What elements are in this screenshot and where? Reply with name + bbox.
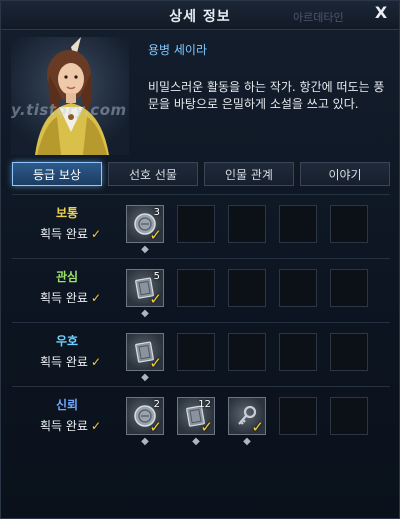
character-name: 용병 세이라 bbox=[148, 43, 208, 57]
claimed-check-icon: ✓ bbox=[200, 418, 213, 436]
empty-reward-slot bbox=[330, 269, 368, 307]
grade-row: 신뢰 획득 완료 ✓ ◆ 2 ✓ ◆ 12 ✓ ◆ ✓ bbox=[12, 386, 390, 449]
reward-slot[interactable]: ✓ bbox=[228, 397, 266, 436]
window-title: 상세 정보 bbox=[169, 9, 231, 25]
item-count: 3 bbox=[153, 207, 160, 218]
grade-name: 관심 bbox=[55, 270, 79, 284]
grade-status-label: 획득 완료 bbox=[40, 291, 88, 305]
claimed-check-icon: ✓ bbox=[251, 418, 264, 436]
grade-status: 획득 완료 ✓ bbox=[40, 225, 101, 242]
item-count: 5 bbox=[153, 271, 160, 282]
empty-reward-slot bbox=[330, 333, 368, 371]
expand-diamond-icon: ◆ bbox=[243, 436, 251, 447]
expand-diamond-icon: ◆ bbox=[141, 436, 149, 447]
empty-reward-slot bbox=[177, 205, 215, 243]
empty-reward-slot bbox=[330, 205, 368, 243]
tab-grade-reward[interactable]: 등급 보상 bbox=[12, 162, 102, 186]
reward-slot[interactable]: 3 ✓ bbox=[126, 205, 164, 244]
check-icon: ✓ bbox=[90, 419, 102, 433]
empty-reward-slot bbox=[228, 269, 266, 307]
grade-status: 획득 완료 ✓ bbox=[40, 353, 101, 370]
reward-slot[interactable]: 5 ✓ bbox=[126, 269, 164, 308]
item-count: 2 bbox=[153, 399, 160, 410]
check-icon: ✓ bbox=[90, 227, 102, 241]
detail-window: 아르데타인 상세 정보 X y.tistory.com 용병 세이라 비밀스러운… bbox=[0, 0, 400, 519]
character-description: 비밀스러운 활동을 하는 작가. 항간에 떠도는 풍문을 바탕으로 은밀하게 소… bbox=[148, 80, 385, 111]
watermark-text: y.tistory.com bbox=[11, 101, 127, 119]
grade-row: 보통 획득 완료 ✓ ◆ 3 ✓ bbox=[12, 194, 390, 257]
tab-relationships[interactable]: 인물 관계 bbox=[204, 162, 294, 186]
reward-slot[interactable]: 2 ✓ bbox=[126, 397, 164, 436]
empty-reward-slot bbox=[177, 333, 215, 371]
claimed-check-icon: ✓ bbox=[149, 418, 162, 436]
tab-bar: 등급 보상 선호 선물 인물 관계 이야기 bbox=[12, 162, 390, 188]
tab-story[interactable]: 이야기 bbox=[300, 162, 390, 186]
check-icon: ✓ bbox=[90, 291, 102, 305]
check-icon: ✓ bbox=[90, 355, 102, 369]
expand-diamond-icon: ◆ bbox=[192, 436, 200, 447]
claimed-check-icon: ✓ bbox=[149, 354, 162, 372]
grade-status: 획득 완료 ✓ bbox=[40, 289, 101, 306]
expand-diamond-icon: ◆ bbox=[141, 244, 149, 255]
close-button[interactable]: X bbox=[371, 3, 391, 25]
empty-reward-slot bbox=[279, 333, 317, 371]
claimed-check-icon: ✓ bbox=[149, 290, 162, 308]
empty-reward-slot bbox=[279, 205, 317, 243]
reward-slot[interactable]: 12 ✓ bbox=[177, 397, 215, 436]
empty-reward-slot bbox=[228, 205, 266, 243]
empty-reward-slot bbox=[177, 269, 215, 307]
expand-diamond-icon: ◆ bbox=[141, 308, 149, 319]
empty-reward-slot bbox=[228, 333, 266, 371]
grade-status-label: 획득 완료 bbox=[40, 227, 88, 241]
title-bar: 아르데타인 상세 정보 X bbox=[1, 1, 399, 30]
character-portrait bbox=[11, 37, 129, 155]
tab-preferred-gifts[interactable]: 선호 선물 bbox=[108, 162, 198, 186]
empty-reward-slot bbox=[279, 397, 317, 435]
empty-reward-slot bbox=[330, 397, 368, 435]
grade-row: 관심 획득 완료 ✓ ◆ 5 ✓ bbox=[12, 258, 390, 321]
grade-status-label: 획득 완료 bbox=[40, 355, 88, 369]
grade-status: 획득 완료 ✓ bbox=[40, 417, 101, 434]
grade-name: 신뢰 bbox=[55, 398, 79, 412]
grade-row: 우호 획득 완료 ✓ ◆ ✓ bbox=[12, 322, 390, 385]
claimed-check-icon: ✓ bbox=[149, 226, 162, 244]
item-count: 12 bbox=[198, 399, 211, 410]
grade-name: 우호 bbox=[55, 334, 79, 348]
reward-slot[interactable]: ✓ bbox=[126, 333, 164, 372]
empty-reward-slot bbox=[279, 269, 317, 307]
grade-status-label: 획득 완료 bbox=[40, 419, 88, 433]
grade-name: 보통 bbox=[55, 206, 79, 220]
expand-diamond-icon: ◆ bbox=[141, 372, 149, 383]
